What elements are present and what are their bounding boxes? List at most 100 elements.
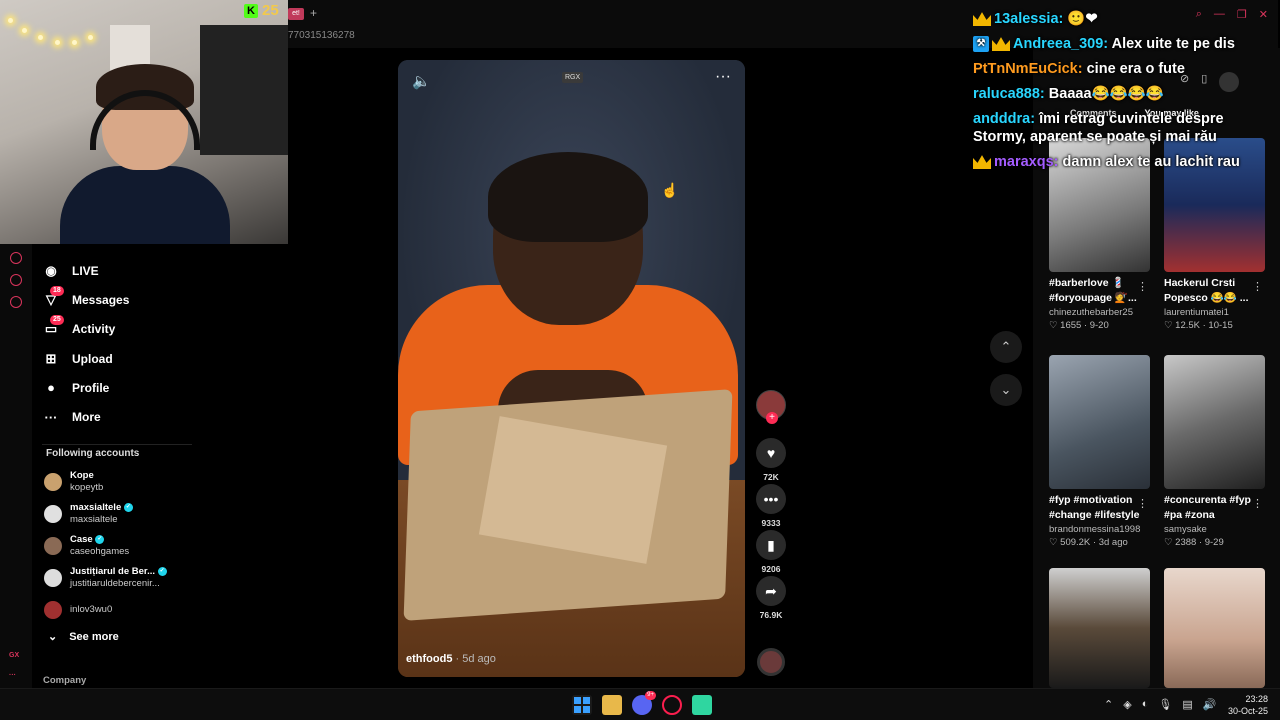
- opera-gx-icon[interactable]: [662, 695, 682, 715]
- app-icon[interactable]: [692, 695, 712, 715]
- activity-icon: ▭ 25: [42, 315, 64, 338]
- activity-badge: 25: [50, 315, 64, 326]
- verified-icon: ✓: [157, 566, 167, 576]
- settings-icon[interactable]: [10, 296, 22, 308]
- discord-icon[interactable]: 9+: [632, 691, 656, 715]
- tiktok-sidebar-nav: ◉ LIVE ▽ 18 Messages ▭ 25 Activity ⊞ Uploa…: [42, 256, 202, 432]
- chat-username[interactable]: raluca888: [973, 86, 1040, 102]
- following-account[interactable]: Case ✓ caseohgames: [44, 530, 194, 562]
- more-icon: ···: [44, 409, 58, 425]
- messages-badge: 18: [50, 285, 64, 296]
- chat-message: maraxqs: damn alex te au lachit rau: [973, 153, 1273, 171]
- video-thumbnail[interactable]: [1164, 568, 1265, 688]
- network-icon[interactable]: ▤: [1182, 698, 1192, 711]
- kick-count: 25: [262, 2, 279, 19]
- video-thumbnail[interactable]: [1049, 355, 1150, 489]
- chat-text: cine era o fute: [1082, 61, 1185, 77]
- windows-start-icon[interactable]: [572, 695, 592, 715]
- shield-icon[interactable]: ◈: [1123, 698, 1131, 711]
- sidebar-divider: [42, 444, 192, 445]
- video-player[interactable]: 🔈 RGX ··· ethfood5 · 5d ago: [398, 60, 745, 677]
- taskbar: 9+ ⌃ ◈ ◐ 🎙 ▤ 🔊 23:28 30-Oct-25: [0, 688, 1280, 720]
- nav-item-activity[interactable]: ▭ 25 Activity: [42, 315, 202, 344]
- chevron-up-icon[interactable]: ⌃: [1104, 698, 1113, 711]
- kick-follower-badge: K 25: [244, 2, 279, 19]
- see-more-button[interactable]: ⌄ See more: [48, 630, 119, 644]
- following-account[interactable]: Justițiarul de Ber... ✓ justitiaruldeberc…: [44, 562, 194, 594]
- extensions-icon[interactable]: [10, 274, 22, 286]
- history-icon[interactable]: [10, 252, 22, 264]
- recommended-video[interactable]: [1164, 568, 1265, 688]
- messages-icon: ▽ 18: [42, 285, 64, 309]
- following-account[interactable]: Kope kopeytb: [44, 466, 194, 498]
- chat-message: raluca888: Baaaa😂😂😂😂: [973, 85, 1273, 103]
- avatar: [44, 505, 62, 523]
- following-account[interactable]: maxsialtele ✓ maxsialtele: [44, 498, 194, 530]
- crown-badge-icon: [973, 12, 991, 27]
- nav-item-profile[interactable]: ● Profile: [42, 373, 202, 402]
- following-list: Kope kopeytb maxsialtele ✓ maxsialtele Cas…: [44, 466, 194, 626]
- nav-item-more[interactable]: ··· More: [42, 402, 202, 431]
- video-actions: + ♥ 72K ••• 9333 ▮ 9206 ➦ 76.9K: [755, 390, 787, 622]
- more-options-icon[interactable]: ···: [715, 68, 731, 86]
- save-button[interactable]: ▮: [756, 530, 786, 560]
- rail-more-icon[interactable]: ···: [9, 672, 16, 679]
- chat-overlay: 13alessia: 🙂❤ ⚒ Andreea_309: Alex uite te …: [973, 10, 1273, 178]
- volume-icon[interactable]: 🔈: [412, 72, 431, 90]
- video-thumbnail[interactable]: [1049, 568, 1150, 688]
- chat-message: andddra: îmi retrag cuvintele despre Sto…: [973, 110, 1273, 146]
- chat-message: PtTnNmEuCick: cine era o fute: [973, 60, 1273, 78]
- chat-username[interactable]: andddra: [973, 111, 1030, 127]
- following-account[interactable]: inlov3wu0: [44, 594, 194, 626]
- like-count: 72K: [763, 472, 779, 482]
- more-options-icon[interactable]: ⋮: [1137, 280, 1148, 293]
- share-button[interactable]: ➦: [756, 576, 786, 606]
- crown-badge-icon: [973, 155, 991, 170]
- save-count: 9206: [761, 564, 781, 574]
- browser-tab[interactable]: et!: [288, 8, 304, 20]
- upload-icon: ⊞: [45, 350, 57, 366]
- discord-tray-icon[interactable]: ◐: [1142, 698, 1149, 711]
- follow-plus-icon[interactable]: +: [766, 412, 778, 424]
- video-author[interactable]: ethfood5: [406, 653, 452, 665]
- recommended-video[interactable]: [1049, 568, 1150, 688]
- video-thumbnail[interactable]: [1164, 355, 1265, 489]
- nav-item-messages[interactable]: ▽ 18 Messages: [42, 285, 202, 314]
- more-options-icon[interactable]: ⋮: [1137, 497, 1148, 510]
- volume-icon[interactable]: 🔊: [1203, 698, 1217, 711]
- comment-count: 9333: [761, 518, 781, 528]
- creator-avatar[interactable]: +: [756, 390, 786, 424]
- more-options-icon[interactable]: ⋮: [1252, 497, 1263, 510]
- chat-username[interactable]: maraxqs: [994, 154, 1054, 170]
- live-icon: ◉: [45, 262, 57, 278]
- more-options-icon[interactable]: ⋮: [1252, 280, 1263, 293]
- system-tray: ⌃ ◈ ◐ 🎙 ▤ 🔊: [1104, 698, 1216, 711]
- like-button[interactable]: ♥: [756, 438, 786, 468]
- profile-icon: ●: [47, 380, 55, 396]
- chevron-up-icon: ⌃: [1000, 339, 1012, 354]
- recommended-video[interactable]: #fyp #motivation #change #lifestyle bran…: [1049, 355, 1150, 548]
- chat-username[interactable]: PtTnNmEuCick: [973, 61, 1078, 77]
- video-caption: ethfood5 · 5d ago: [406, 653, 496, 665]
- bookmark-icon: ▮: [767, 536, 775, 553]
- chat-username[interactable]: 13alessia: [994, 11, 1059, 27]
- nav-item-live[interactable]: ◉ LIVE: [42, 256, 202, 285]
- previous-video-button[interactable]: ⌃: [990, 331, 1022, 363]
- taskbar-apps: 9+: [572, 691, 712, 715]
- microphone-icon[interactable]: 🎙: [1158, 698, 1172, 711]
- avatar: [44, 569, 62, 587]
- chat-username[interactable]: Andreea_309: [1013, 36, 1103, 52]
- company-link[interactable]: Company: [43, 675, 86, 686]
- crown-badge-icon: [992, 37, 1010, 52]
- taskbar-clock[interactable]: 23:28 30-Oct-25: [1228, 693, 1268, 717]
- next-video-button[interactable]: ⌄: [990, 374, 1022, 406]
- recommended-video[interactable]: #concurenta #fyp #pa #zona samysake ♡ 23…: [1164, 355, 1265, 548]
- new-tab-button[interactable]: +: [310, 6, 317, 20]
- comment-button[interactable]: •••: [756, 484, 786, 514]
- webcam-overlay: K 25: [0, 0, 288, 244]
- nav-item-upload[interactable]: ⊞ Upload: [42, 344, 202, 373]
- file-explorer-icon[interactable]: [602, 695, 622, 715]
- avatar: [44, 537, 62, 555]
- music-disc[interactable]: [757, 648, 785, 676]
- following-title: Following accounts: [46, 448, 140, 459]
